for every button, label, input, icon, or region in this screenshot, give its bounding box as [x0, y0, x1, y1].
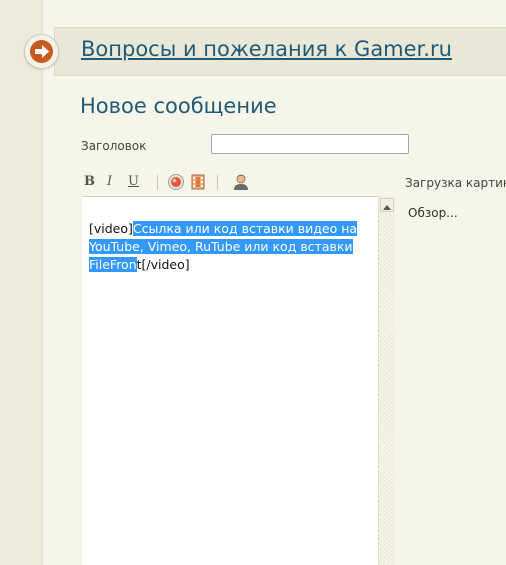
title-input[interactable]: [211, 134, 409, 154]
scroll-up-button[interactable]: [380, 198, 394, 212]
message-editor[interactable]: [video]Ссылка или код вставки видео на Y…: [82, 196, 378, 565]
video-open-tag: [video]: [89, 221, 133, 236]
formatting-toolbar: B I U: [82, 172, 262, 192]
toolbar-divider: [217, 175, 218, 190]
browse-button[interactable]: Обзор...: [408, 206, 458, 220]
bold-button[interactable]: B: [84, 172, 95, 192]
caret-up-icon: [383, 205, 391, 210]
video-close-tag: t[/video]: [136, 257, 190, 272]
editor-scrollbar[interactable]: [378, 196, 395, 565]
image-insert-icon[interactable]: [167, 173, 185, 193]
italic-button[interactable]: I: [107, 172, 112, 192]
arrow-right-icon: [30, 40, 53, 63]
page-header: Вопросы и пожелания к Gamer.ru: [54, 27, 506, 76]
page: Вопросы и пожелания к Gamer.ru Новое соо…: [0, 0, 506, 565]
back-button[interactable]: [24, 34, 59, 69]
video-insert-icon[interactable]: [190, 173, 206, 193]
user-mention-icon[interactable]: [232, 172, 250, 192]
title-field-label: Заголовок: [81, 139, 147, 153]
editor-content: [video]Ссылка или код вставки видео на Y…: [89, 220, 359, 274]
left-rail: [0, 0, 43, 565]
image-upload-label: Загрузка картинок: [405, 176, 506, 190]
underline-button[interactable]: U: [128, 172, 139, 192]
page-title: Новое сообщение: [80, 94, 277, 118]
community-title-link[interactable]: Вопросы и пожелания к Gamer.ru: [81, 37, 452, 61]
toolbar-divider: [157, 175, 158, 190]
